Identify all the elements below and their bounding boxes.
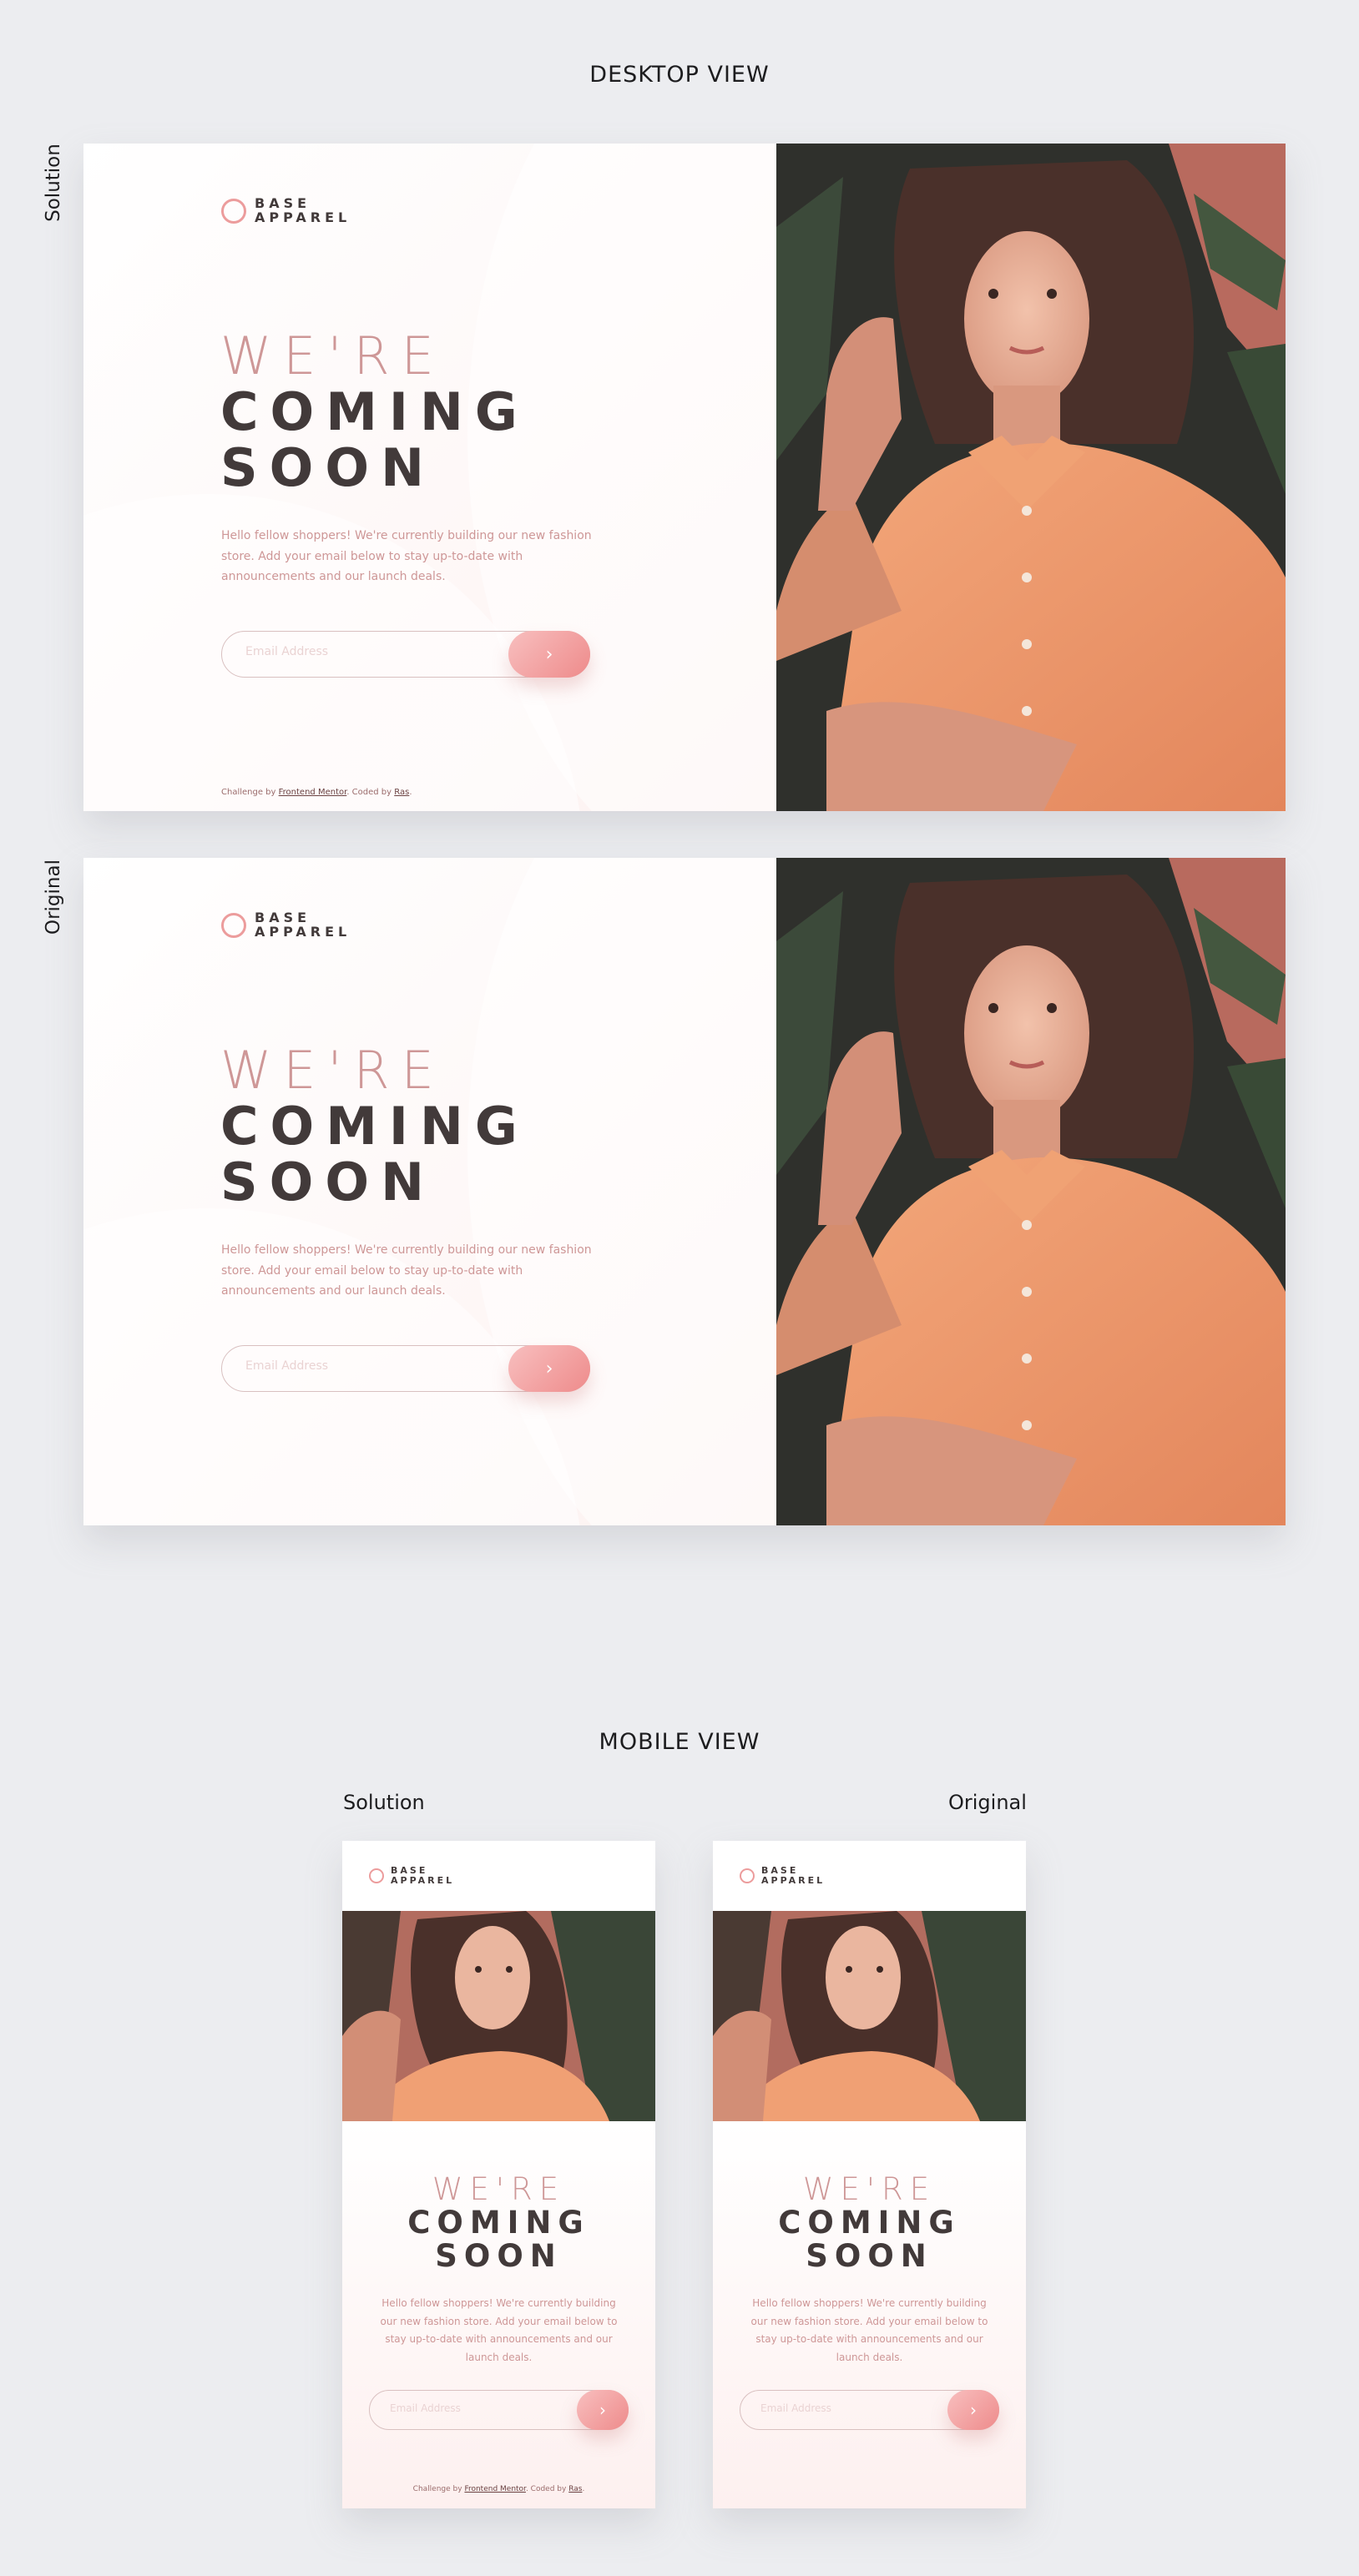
email-input[interactable]: Email Address — [245, 1359, 328, 1373]
hero-photo — [776, 858, 1286, 1525]
frontend-mentor-link[interactable]: Frontend Mentor — [279, 788, 347, 797]
content-panel: BASE APPAREL WE'RE COMING SOON Hello fel… — [83, 144, 776, 811]
headline: WE'RE COMING SOON — [220, 325, 529, 498]
frontend-mentor-link[interactable]: Frontend Mentor — [464, 2485, 526, 2493]
headline: WE'RE COMING SOON — [342, 2173, 655, 2273]
logo-line-1: BASE — [391, 1865, 428, 1876]
submit-button[interactable]: › — [577, 2390, 629, 2430]
submit-button[interactable]: › — [947, 2390, 999, 2430]
email-input[interactable]: Email Address — [760, 2402, 831, 2414]
attribution-end: . — [409, 788, 412, 797]
desktop-view-title: DESKTOP VIEW — [589, 62, 770, 88]
chevron-right-icon: › — [970, 2400, 977, 2420]
chevron-right-icon: › — [599, 2400, 606, 2420]
hero-photo — [713, 1911, 1026, 2121]
attribution-mid: . Coded by — [346, 788, 392, 797]
intro-copy: Hello fellow shoppers! We're currently b… — [221, 529, 592, 583]
headline-light: WE'RE — [432, 2171, 566, 2207]
attribution: Challenge by Frontend Mentor. Coded by R… — [342, 2485, 655, 2493]
submit-button[interactable]: › — [508, 631, 590, 678]
headline-dark-1: COMING — [220, 1095, 529, 1157]
headline-dark-2: SOON — [435, 2237, 563, 2274]
attribution-prefix: Challenge by — [221, 788, 276, 797]
mobile-original-label: Original — [948, 1791, 1027, 1814]
brand-logo[interactable]: BASE APPAREL — [221, 910, 351, 940]
logo-line-2: APPAREL — [391, 1874, 455, 1886]
logo-ring-icon — [369, 1868, 384, 1883]
content-panel: WE'RE COMING SOON Hello fellow shoppers!… — [342, 2121, 655, 2508]
email-form: Email Address › — [740, 2390, 999, 2430]
brand-logo[interactable]: BASE APPAREL — [740, 1866, 825, 1885]
intro-copy: Hello fellow shoppers! We're currently b… — [221, 1243, 592, 1298]
logo-ring-icon — [221, 198, 246, 224]
mobile-solution-label: Solution — [343, 1791, 425, 1814]
logo-line-1: BASE — [761, 1865, 799, 1876]
desktop-original-frame: BASE APPAREL WE'RE COMING SOON Hello fel… — [83, 858, 1286, 1525]
logo-line-2: APPAREL — [255, 923, 351, 940]
attribution-mid: . Coded by — [525, 2485, 567, 2493]
logo-ring-icon — [740, 1868, 755, 1883]
mobile-view-title: MOBILE VIEW — [599, 1729, 760, 1755]
author-link[interactable]: Ras — [394, 788, 409, 797]
email-form: Email Address › — [369, 2390, 629, 2430]
email-form: Email Address › — [221, 631, 590, 678]
content-panel: WE'RE COMING SOON Hello fellow shoppers!… — [713, 2121, 1026, 2508]
headline-dark-1: COMING — [220, 381, 529, 442]
headline-dark-2: SOON — [220, 436, 436, 498]
chevron-right-icon: › — [545, 1358, 553, 1379]
email-input[interactable]: Email Address — [245, 645, 328, 658]
brand-logo[interactable]: BASE APPAREL — [369, 1866, 454, 1885]
submit-button[interactable]: › — [508, 1345, 590, 1392]
chevron-right-icon: › — [545, 643, 553, 665]
logo-line-2: APPAREL — [761, 1874, 826, 1886]
headline-light: WE'RE — [220, 1040, 446, 1101]
headline-light: WE'RE — [220, 325, 446, 386]
headline: WE'RE COMING SOON — [220, 1040, 529, 1212]
attribution-end: . — [582, 2485, 585, 2493]
desktop-original-label: Original — [43, 860, 64, 935]
attribution-prefix: Challenge by — [412, 2485, 462, 2493]
intro-copy: Hello fellow shoppers! We're currently b… — [380, 2297, 618, 2363]
headline-dark-1: COMING — [778, 2204, 961, 2241]
hero-photo — [342, 1911, 655, 2121]
mobile-solution-frame: BASE APPAREL WE'RE COMING SOON Hello fel… — [342, 1841, 655, 2508]
logo-ring-icon — [221, 912, 246, 938]
headline-dark-2: SOON — [220, 1151, 436, 1212]
hero-photo — [776, 144, 1286, 811]
brand-logo[interactable]: BASE APPAREL — [221, 196, 351, 225]
email-input[interactable]: Email Address — [390, 2402, 461, 2414]
headline-dark-1: COMING — [407, 2204, 590, 2241]
headline: WE'RE COMING SOON — [713, 2173, 1026, 2273]
logo-line-2: APPAREL — [255, 209, 351, 225]
headline-light: WE'RE — [802, 2171, 937, 2207]
content-panel: BASE APPAREL WE'RE COMING SOON Hello fel… — [83, 858, 776, 1525]
email-form: Email Address › — [221, 1345, 590, 1392]
attribution: Challenge by Frontend Mentor. Coded by R… — [221, 788, 412, 797]
author-link[interactable]: Ras — [568, 2485, 582, 2493]
headline-dark-2: SOON — [806, 2237, 933, 2274]
mobile-original-frame: BASE APPAREL WE'RE COMING SOON Hello fel… — [713, 1841, 1026, 2508]
intro-copy: Hello fellow shoppers! We're currently b… — [750, 2297, 988, 2363]
desktop-solution-frame: BASE APPAREL WE'RE COMING SOON Hello fel… — [83, 144, 1286, 811]
desktop-solution-label: Solution — [43, 144, 64, 222]
